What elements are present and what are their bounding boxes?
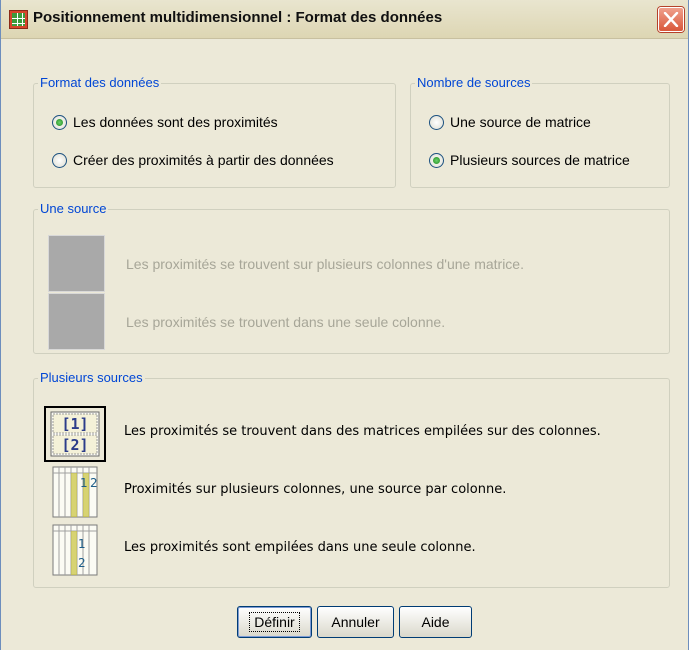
radio-data-are-proximities[interactable]: Les données sont des proximités (52, 112, 278, 132)
radio-selected-icon (52, 114, 67, 130)
dialog-window: Positionnement multidimensionnel : Forma… (0, 0, 689, 650)
radio-selected-icon (429, 152, 444, 168)
radio-multiple-sources[interactable]: Plusieurs sources de matrice (429, 150, 630, 170)
column-placeholder-icon (48, 293, 105, 350)
option-label: Les proximités se trouvent sur plusieurs… (126, 255, 524, 272)
radio-label: Une source de matrice (450, 114, 591, 130)
multiple-sources-legend: Plusieurs sources (38, 370, 145, 385)
matrix-placeholder-icon (48, 235, 105, 292)
data-format-legend: Format des données (38, 75, 162, 90)
window-title: Positionnement multidimensionnel : Forma… (33, 9, 443, 26)
option-one-source-matrix: Les proximités se trouvent sur plusieurs… (48, 235, 524, 292)
cancel-button-label: Annuler (331, 614, 380, 630)
radio-unselected-icon (429, 114, 444, 130)
svg-text:2: 2 (90, 476, 98, 490)
option-one-source-column: Les proximités se trouvent dans une seul… (48, 293, 445, 350)
define-button[interactable]: Définir (237, 606, 312, 638)
multiple-sources-group: Plusieurs sources [1] [2] Les proximités… (33, 370, 670, 588)
dialog-content: Format des données Les données sont des … (1, 39, 688, 650)
svg-text:2: 2 (78, 556, 86, 570)
radio-unselected-icon (52, 152, 67, 168)
radio-one-source[interactable]: Une source de matrice (429, 112, 591, 132)
one-source-legend: Une source (38, 201, 109, 216)
stacked-matrices-icon[interactable]: [1] [2] (44, 406, 106, 462)
source-count-legend: Nombre de sources (415, 75, 533, 90)
svg-text:[1]: [1] (61, 415, 88, 433)
option-label: Les proximités se trouvent dans des matr… (124, 424, 601, 439)
radio-label: Créer des proximités à partir des donnée… (73, 152, 334, 168)
define-button-label: Définir (249, 612, 300, 632)
svg-text:1: 1 (78, 537, 86, 551)
help-button[interactable]: Aide (399, 606, 472, 638)
svg-text:1: 1 (80, 476, 88, 490)
source-count-group: Nombre de sources Une source de matrice … (410, 75, 670, 188)
single-column-icon[interactable]: 1 2 (45, 523, 105, 577)
option-label: Les proximités sont empilées dans une se… (124, 540, 476, 555)
app-table-icon (9, 10, 28, 29)
cancel-button[interactable]: Annuler (317, 606, 394, 638)
multiple-columns-icon[interactable]: 1 2 (45, 465, 105, 519)
option-label: Les proximités se trouvent dans une seul… (126, 313, 446, 330)
radio-label: Les données sont des proximités (73, 114, 278, 130)
radio-create-proximities[interactable]: Créer des proximités à partir des donnée… (52, 150, 334, 170)
svg-text:[2]: [2] (61, 436, 88, 454)
data-format-group: Format des données Les données sont des … (33, 75, 396, 188)
help-button-label: Aide (421, 614, 450, 630)
radio-label: Plusieurs sources de matrice (450, 152, 630, 168)
close-icon[interactable] (658, 7, 684, 32)
option-label: Proximités sur plusieurs colonnes, une s… (124, 482, 507, 497)
title-bar: Positionnement multidimensionnel : Forma… (1, 0, 688, 39)
one-source-group: Une source Les proximités se trouvent su… (33, 201, 670, 354)
